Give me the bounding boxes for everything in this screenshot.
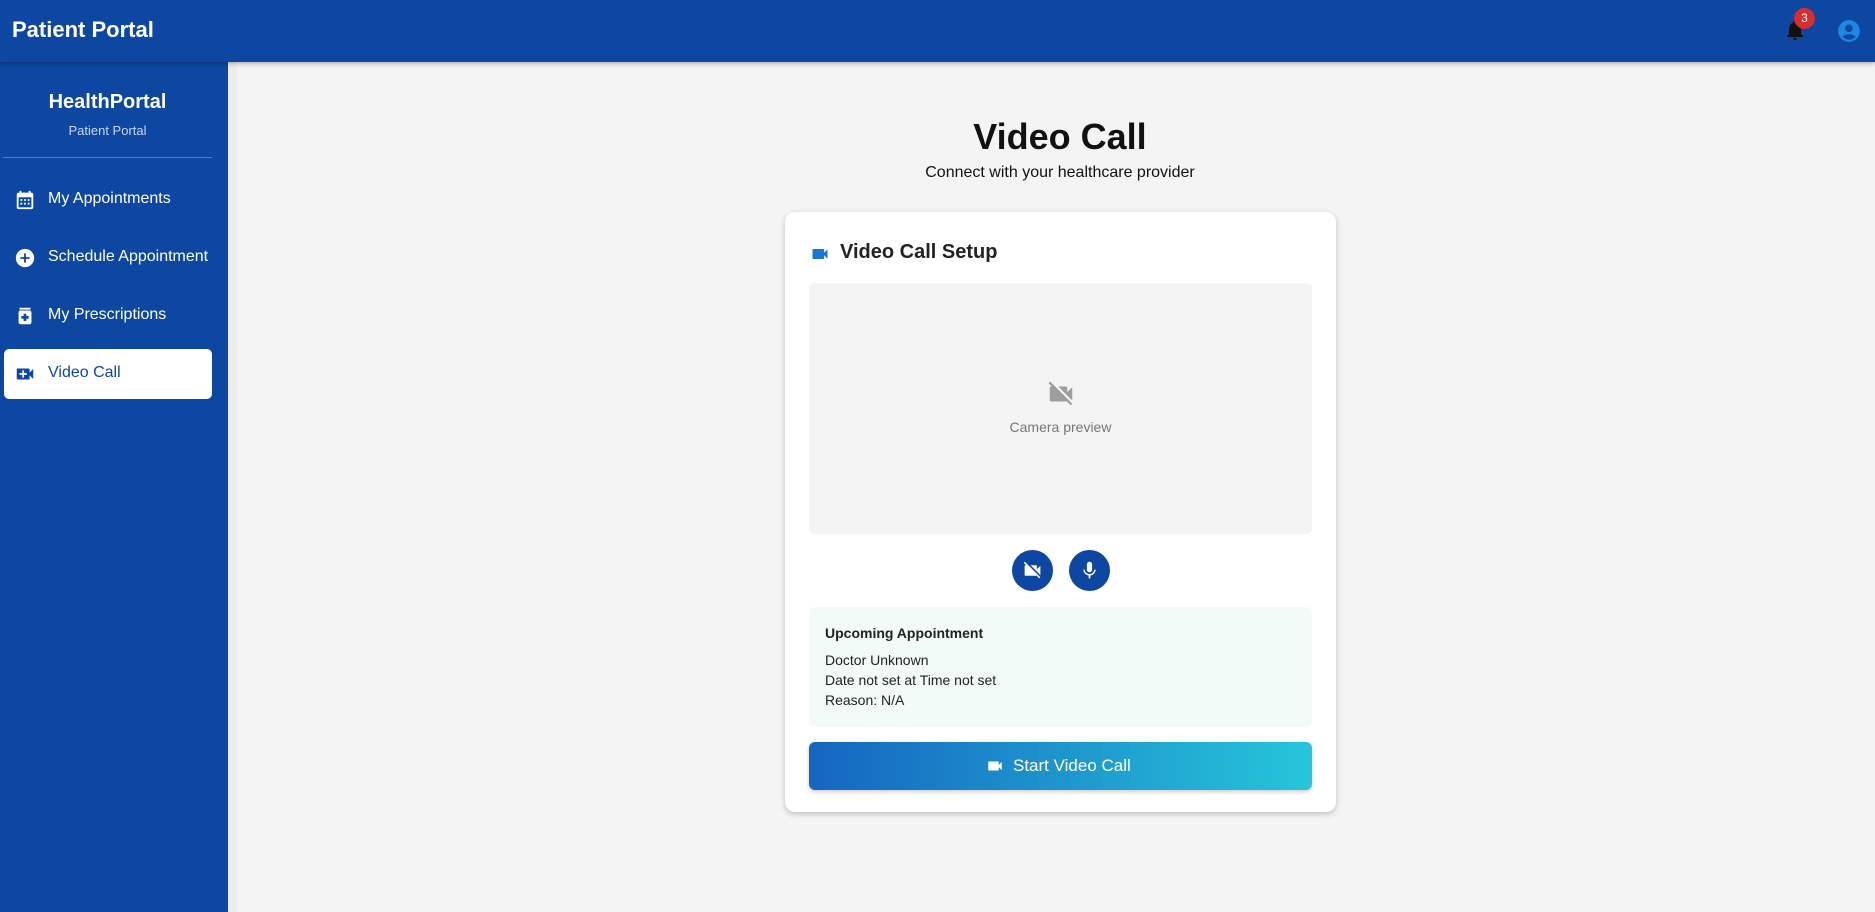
page-title: Video Call [973,116,1147,157]
sidebar-divider [3,157,212,158]
sidebar: HealthPortal Patient Portal My Appointme… [0,62,228,912]
sidebar-item-video-call[interactable]: Video Call [4,349,212,399]
appointment-heading: Upcoming Appointment [825,625,984,641]
sidebar-item-label: Schedule Appointment [48,248,209,265]
start-video-call-button[interactable]: Start Video Call [809,742,1312,790]
video-call-setup-card: Video Call Setup Camera preview Upcoming… [785,212,1336,812]
account-icon[interactable] [1836,18,1862,44]
sidebar-item-schedule-appointment[interactable]: Schedule Appointment [4,233,212,283]
calendar-icon [16,190,34,210]
toggle-microphone-button[interactable] [1069,550,1110,591]
add-circle-icon [15,248,35,268]
videocam-icon [812,249,828,259]
sidebar-item-my-appointments[interactable]: My Appointments [4,175,212,225]
sidebar-brand: HealthPortal [48,91,167,113]
card-title: Video Call Setup [840,241,998,263]
videocam-off-icon [1048,381,1073,406]
camera-preview: Camera preview [809,283,1312,534]
appointment-reason: Reason: N/A [825,692,905,708]
page-subtitle: Connect with your healthcare provider [925,164,1195,181]
medication-icon [18,307,32,325]
sidebar-edge [228,62,237,912]
videocam-icon [988,761,1002,771]
camera-preview-label: Camera preview [1009,419,1112,435]
start-video-call-label: Start Video Call [1013,756,1131,775]
app-title: Patient Portal [12,17,154,42]
appointment-datetime: Date not set at Time not set [825,672,997,688]
sidebar-item-my-prescriptions[interactable]: My Prescriptions [4,291,212,341]
upcoming-appointment-panel: Upcoming Appointment Doctor Unknown Date… [809,607,1312,727]
sidebar-brand-subtitle: Patient Portal [68,123,147,138]
sidebar-item-label: My Prescriptions [48,306,167,323]
appointment-doctor: Doctor Unknown [825,652,929,668]
notification-badge: 3 [1794,8,1815,29]
video-call-icon [16,368,34,380]
sidebar-item-label: Video Call [48,364,121,381]
top-app-bar: Patient Portal 3 [0,0,1875,62]
sidebar-item-label: My Appointments [48,190,171,207]
videocam-off-icon [1023,561,1041,579]
toggle-camera-button[interactable] [1012,550,1053,591]
microphone-icon [1083,561,1096,579]
